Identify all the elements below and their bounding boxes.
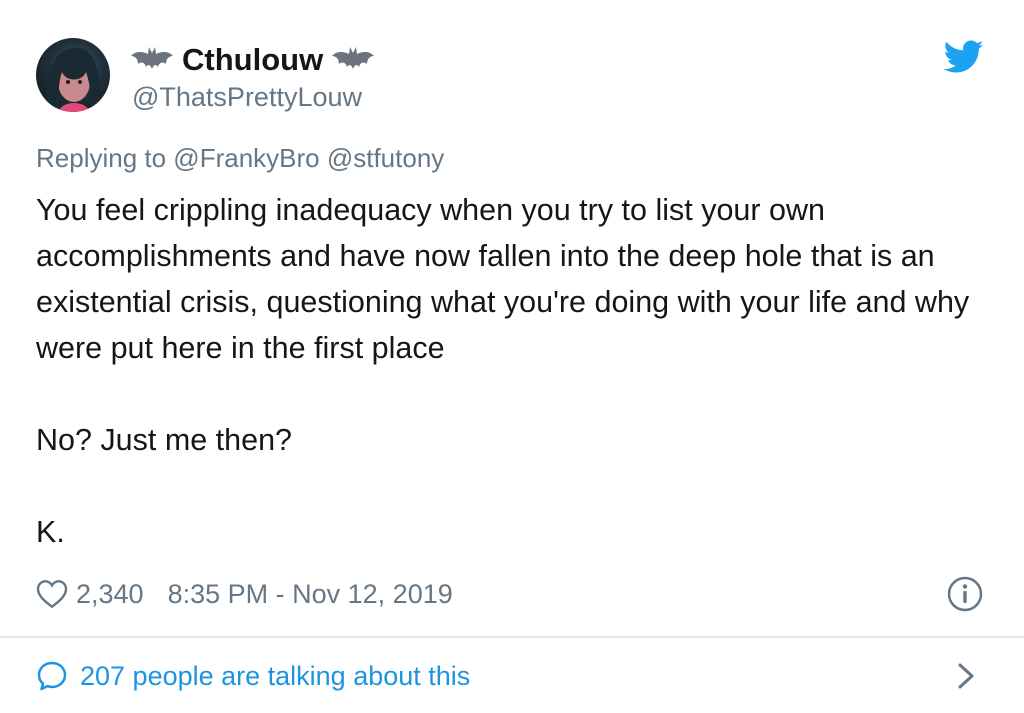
speech-bubble-icon (37, 661, 67, 691)
timestamp[interactable]: 8:35 PM - Nov 12, 2019 (168, 579, 453, 610)
tweet-paragraph: You feel crippling inadequacy when you t… (36, 193, 970, 365)
conversation-text[interactable]: 207 people are talking about this (80, 661, 470, 692)
twitter-bird-icon[interactable] (944, 40, 984, 74)
tweet-paragraph: K. (36, 515, 65, 549)
avatar[interactable] (36, 38, 110, 112)
heart-icon[interactable] (36, 579, 68, 609)
tweet-meta: 2,340 8:35 PM - Nov 12, 2019 (36, 574, 453, 614)
divider (0, 636, 1024, 638)
like-count[interactable]: 2,340 (76, 579, 144, 610)
info-icon[interactable] (946, 575, 984, 613)
bat-icon (332, 47, 375, 69)
user-handle[interactable]: @ThatsPrettyLouw (132, 82, 362, 113)
display-name[interactable]: Cthulouw (182, 42, 323, 78)
display-name-row[interactable]: Cthulouw (130, 40, 375, 80)
replying-to: Replying to @FrankyBro @stfutony (36, 143, 445, 173)
conversation-link[interactable]: 207 people are talking about this (36, 656, 470, 696)
tweet-text: You feel crippling inadequacy when you t… (36, 187, 996, 555)
bat-icon (131, 47, 173, 69)
tweet-paragraph: No? Just me then? (36, 423, 293, 457)
chevron-right-icon[interactable] (952, 660, 980, 692)
tweet-card: Cthulouw @ThatsPrettyLouw Replying to @F… (0, 0, 1024, 713)
